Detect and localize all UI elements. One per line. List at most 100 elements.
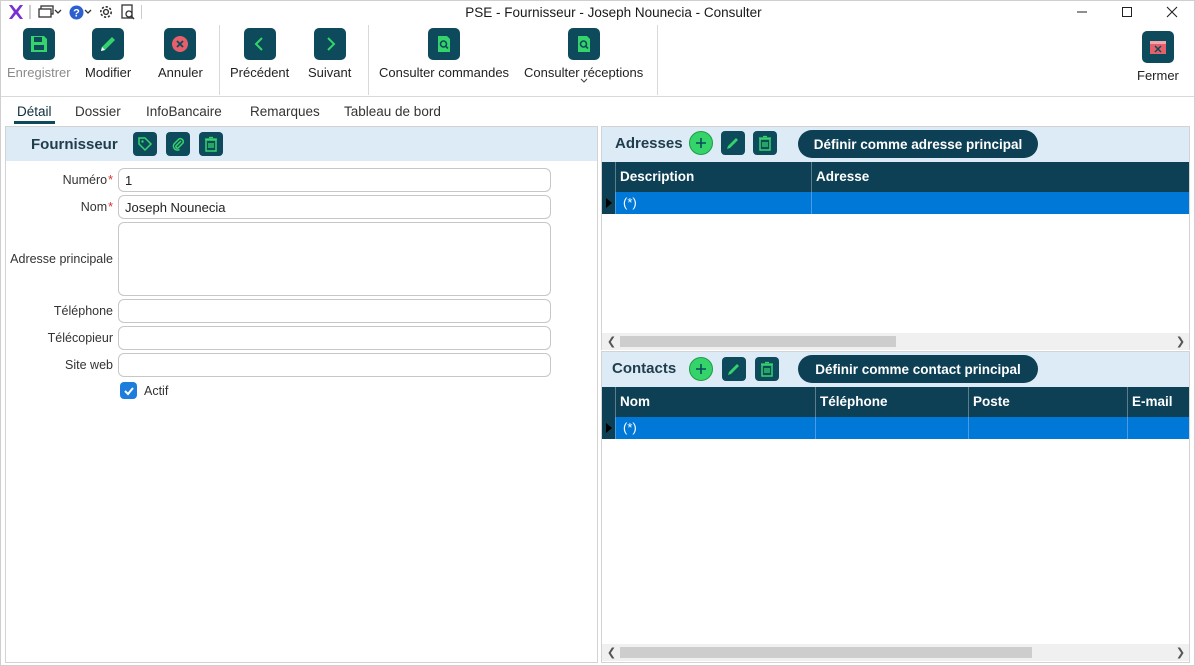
view-receptions-button[interactable]: Consulter réceptions xyxy=(524,28,643,84)
nom-field[interactable]: Joseph Nounecia xyxy=(118,195,551,219)
edit-contact-button[interactable] xyxy=(722,357,746,381)
row-indicator-icon xyxy=(602,192,616,214)
close-button[interactable]: Fermer xyxy=(1137,31,1179,83)
row-indicator-icon xyxy=(602,417,616,439)
contacts-header: Contacts Définir comme contact principal xyxy=(602,352,1189,388)
pencil-icon xyxy=(727,138,738,149)
title-bar: ? PSE - Fournisseur - Joseph Nounecia - … xyxy=(1,1,1194,23)
view-orders-button[interactable]: Consulter commandes xyxy=(379,28,509,80)
scroll-left-icon[interactable]: ❮ xyxy=(604,645,619,660)
scroll-right-icon[interactable]: ❯ xyxy=(1173,334,1188,349)
column-header-description[interactable]: Description xyxy=(616,162,812,192)
cell-email[interactable] xyxy=(1128,417,1189,439)
tab-remarques[interactable]: Remarques xyxy=(250,104,320,119)
pencil-icon xyxy=(728,364,739,375)
save-button[interactable]: Enregistrer xyxy=(7,28,71,80)
row-header-corner xyxy=(602,387,616,417)
numero-label: Numéro* xyxy=(62,173,113,187)
tag-button[interactable] xyxy=(133,132,157,156)
addresses-title: Adresses xyxy=(615,135,683,152)
tab-detail[interactable]: Détail xyxy=(14,104,54,124)
ribbon-separator xyxy=(219,25,220,95)
next-button[interactable]: Suivant xyxy=(308,28,351,80)
contacts-grid: Nom Téléphone Poste E-mail (*) ❮ ❯ xyxy=(602,387,1189,663)
telecopieur-field[interactable] xyxy=(118,326,551,350)
row-header-corner xyxy=(602,162,616,192)
addresses-horizontal-scrollbar[interactable]: ❮ ❯ xyxy=(602,333,1189,350)
adresse-field[interactable] xyxy=(118,222,551,296)
site-web-field[interactable] xyxy=(118,353,551,377)
supplier-title: Fournisseur xyxy=(31,136,118,153)
minimize-button[interactable] xyxy=(1060,1,1104,23)
scroll-right-icon[interactable]: ❯ xyxy=(1173,645,1188,660)
tab-dossier[interactable]: Dossier xyxy=(75,104,121,119)
cell-description[interactable]: (*) xyxy=(616,192,812,214)
table-row[interactable]: (*) xyxy=(602,192,1189,214)
numero-field[interactable]: 1 xyxy=(118,168,551,192)
edit-button[interactable]: Modifier xyxy=(85,28,131,80)
ribbon-toolbar: Enregistrer Modifier Annuler Précédent S… xyxy=(1,23,1194,97)
paperclip-icon xyxy=(172,137,185,151)
addresses-header: Adresses Définir comme adresse principal xyxy=(602,127,1189,163)
pencil-icon xyxy=(92,28,125,60)
column-header-telephone[interactable]: Téléphone xyxy=(816,387,969,417)
attachment-button[interactable] xyxy=(166,132,190,156)
column-header-poste[interactable]: Poste xyxy=(969,387,1128,417)
scroll-left-icon[interactable]: ❮ xyxy=(604,334,619,349)
previous-button[interactable]: Précédent xyxy=(230,28,289,80)
addresses-panel: Adresses Définir comme adresse principal… xyxy=(601,126,1190,350)
cancel-icon xyxy=(164,28,197,60)
cell-poste[interactable] xyxy=(969,417,1128,439)
column-header-adresse[interactable]: Adresse xyxy=(812,162,1189,192)
telecopieur-label: Télécopieur xyxy=(47,331,113,345)
next-label: Suivant xyxy=(308,65,352,80)
telephone-field[interactable] xyxy=(118,299,551,323)
column-header-nom[interactable]: Nom xyxy=(616,387,816,417)
save-icon xyxy=(22,28,55,60)
tag-icon xyxy=(138,137,153,152)
telephone-label: Téléphone xyxy=(53,304,113,318)
supplier-panel: Fournisseur Numéro* 1 Nom* Joseph Nounec… xyxy=(5,126,598,663)
cell-adresse[interactable] xyxy=(812,192,1189,214)
scrollbar-thumb[interactable] xyxy=(620,647,1032,658)
maximize-button[interactable] xyxy=(1105,1,1149,23)
trash-icon xyxy=(761,361,773,377)
cancel-button[interactable]: Annuler xyxy=(158,28,203,80)
edit-label: Modifier xyxy=(85,65,132,80)
site-web-label: Site web xyxy=(65,358,113,372)
contacts-panel: Contacts Définir comme contact principal… xyxy=(601,351,1190,663)
chevron-left-icon xyxy=(243,28,276,60)
set-primary-contact-button[interactable]: Définir comme contact principal xyxy=(798,355,1038,383)
window-title: PSE - Fournisseur - Joseph Nounecia - Co… xyxy=(465,5,762,20)
adresse-label: Adresse principale xyxy=(10,252,113,266)
view-orders-label: Consulter commandes xyxy=(379,65,510,80)
plus-icon xyxy=(696,364,706,374)
delete-supplier-button[interactable] xyxy=(199,132,223,156)
trash-icon xyxy=(205,136,217,152)
set-primary-address-button[interactable]: Définir comme adresse principal xyxy=(798,130,1038,158)
checkmark-icon xyxy=(123,386,134,395)
close-window-button[interactable] xyxy=(1150,1,1194,23)
delete-contact-button[interactable] xyxy=(755,357,779,381)
cell-nom[interactable]: (*) xyxy=(616,417,816,439)
save-label: Enregistrer xyxy=(7,65,71,80)
chevron-down-icon[interactable] xyxy=(580,78,588,84)
chevron-right-icon xyxy=(313,28,346,60)
cancel-label: Annuler xyxy=(158,65,203,80)
cell-telephone[interactable] xyxy=(816,417,969,439)
edit-address-button[interactable] xyxy=(721,131,745,155)
delete-address-button[interactable] xyxy=(753,131,777,155)
add-address-button[interactable] xyxy=(689,131,713,155)
tab-tableau-de-bord[interactable]: Tableau de bord xyxy=(344,104,441,119)
tab-infobancaire[interactable]: InfoBancaire xyxy=(146,104,222,119)
document-search-icon xyxy=(428,28,461,60)
table-row[interactable]: (*) xyxy=(602,417,1189,439)
trash-icon xyxy=(759,135,771,151)
column-header-email[interactable]: E-mail xyxy=(1128,387,1189,417)
addresses-grid-header: Description Adresse xyxy=(602,162,1189,192)
add-contact-button[interactable] xyxy=(689,357,713,381)
actif-label: Actif xyxy=(144,384,169,398)
contacts-horizontal-scrollbar[interactable]: ❮ ❯ xyxy=(602,644,1189,661)
scrollbar-thumb[interactable] xyxy=(620,336,896,347)
actif-checkbox[interactable] xyxy=(120,382,137,399)
